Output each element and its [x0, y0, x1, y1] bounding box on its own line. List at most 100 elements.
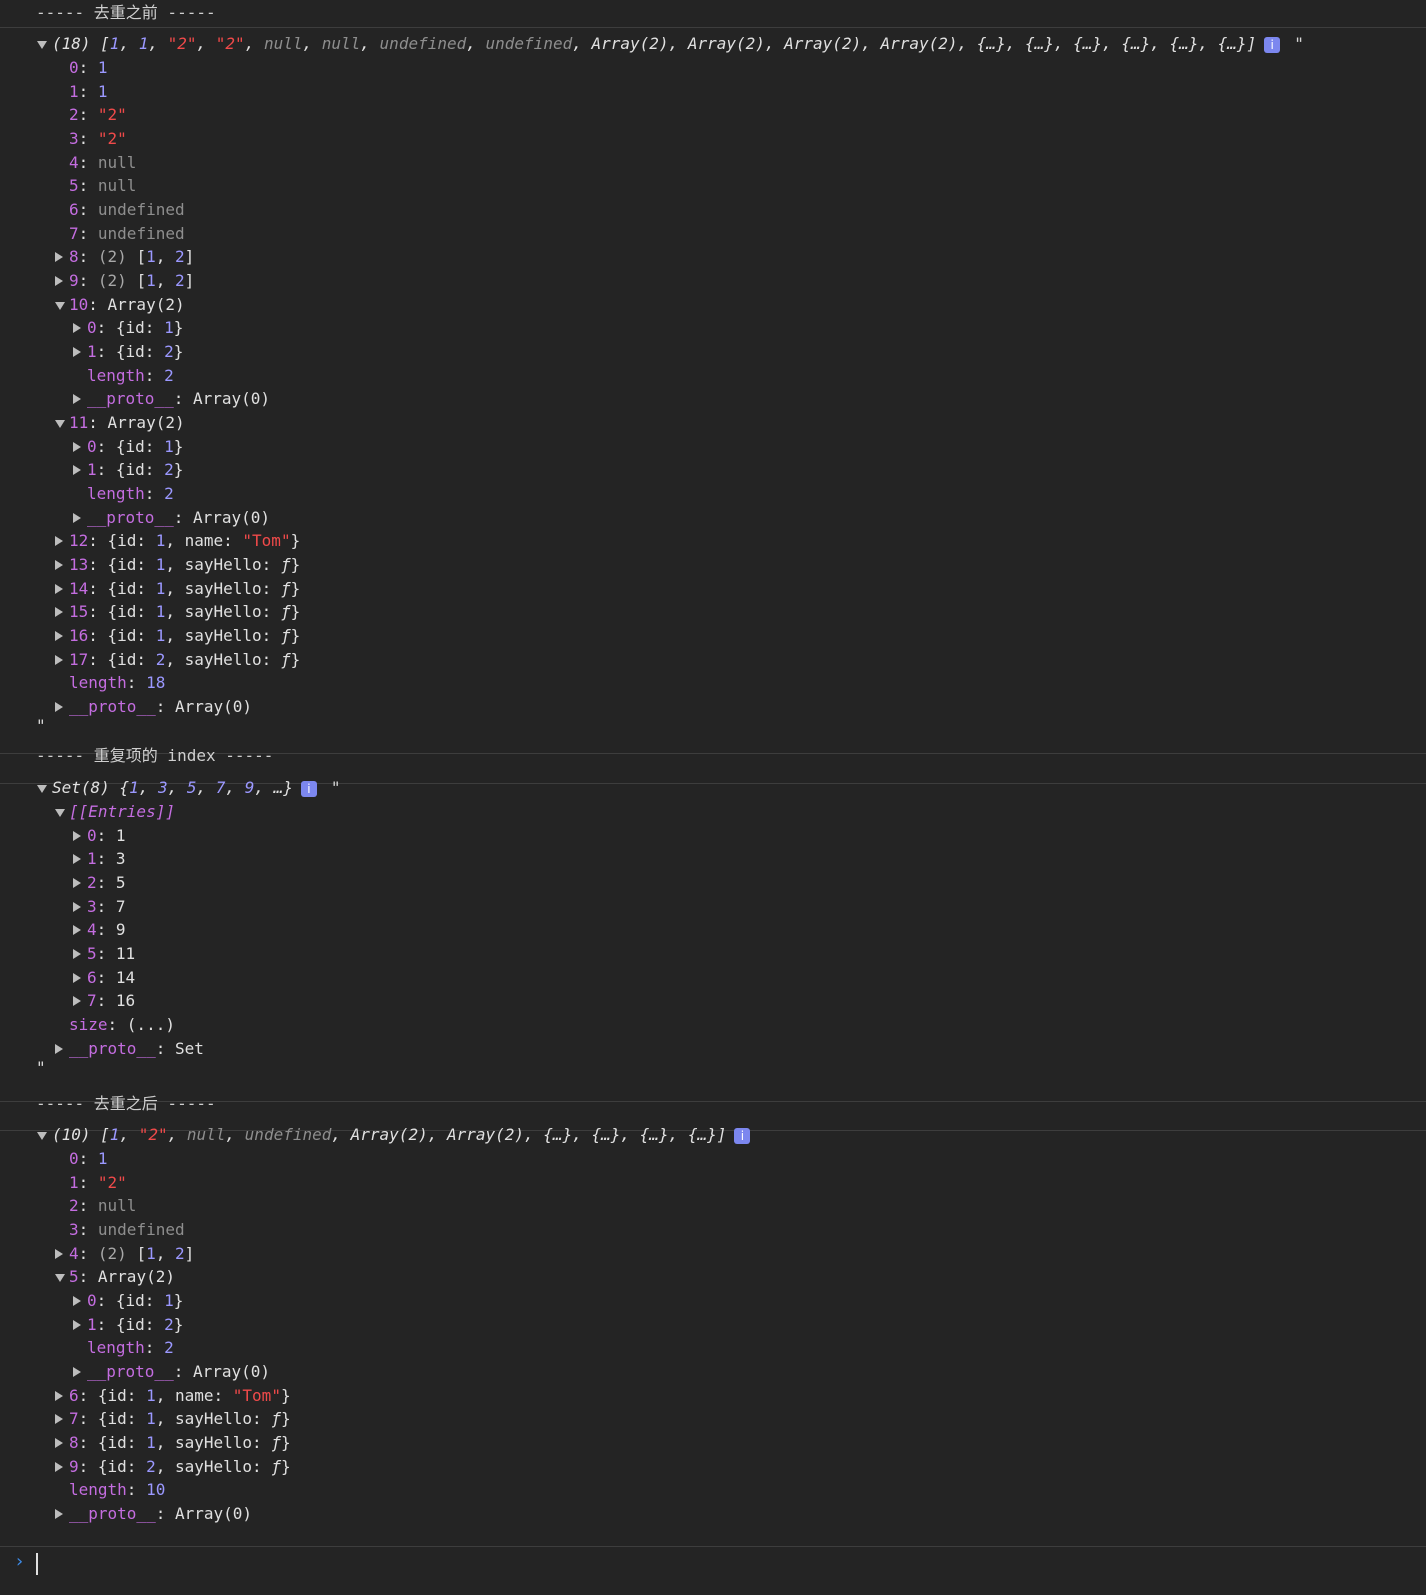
property-row[interactable]: 9: {id: 2, sayHello: ƒ} — [0, 1455, 1426, 1479]
expand-triangle-icon[interactable] — [73, 972, 81, 983]
expand-triangle-icon[interactable] — [55, 701, 63, 712]
expand-triangle-icon[interactable] — [73, 948, 81, 959]
expand-triangle-icon[interactable] — [73, 925, 81, 936]
expand-triangle-icon[interactable] — [55, 654, 63, 665]
property-row[interactable]: 3: 7 — [0, 895, 1426, 919]
property-row[interactable]: 7: 16 — [0, 989, 1426, 1013]
expand-triangle-icon[interactable] — [73, 996, 81, 1007]
expand-triangle-icon[interactable] — [55, 275, 63, 286]
expand-triangle-icon[interactable] — [55, 1248, 63, 1259]
property-colon: : — [126, 1480, 147, 1500]
property-row[interactable]: __proto__: Array(0) — [0, 506, 1426, 530]
expand-triangle-icon[interactable] — [55, 1043, 63, 1054]
expand-triangle-icon[interactable] — [73, 465, 81, 476]
property-text: 12: {id: 1, name: "Tom"} — [69, 529, 300, 553]
expand-triangle-icon[interactable] — [73, 1319, 81, 1330]
expand-triangle-icon[interactable] — [73, 854, 81, 865]
property-row[interactable]: __proto__: Set — [0, 1037, 1426, 1061]
property-row[interactable]: 0: 1 — [0, 824, 1426, 848]
property-row[interactable]: 14: {id: 1, sayHello: ƒ} — [0, 577, 1426, 601]
expand-triangle-icon[interactable] — [73, 346, 81, 357]
property-row[interactable]: 8: (2) [1, 2] — [0, 245, 1426, 269]
property-row[interactable]: 6: 14 — [0, 966, 1426, 990]
expand-triangle-icon[interactable] — [73, 877, 81, 888]
property-row[interactable]: __proto__: Array(0) — [0, 387, 1426, 411]
property-row[interactable]: 16: {id: 1, sayHello: ƒ} — [0, 624, 1426, 648]
expand-triangle-icon[interactable] — [55, 1414, 63, 1425]
property-row[interactable]: 5: 11 — [0, 942, 1426, 966]
expand-triangle-icon[interactable] — [73, 830, 81, 841]
console-input[interactable] — [36, 1553, 38, 1575]
expand-triangle-icon[interactable] — [73, 441, 81, 452]
info-icon[interactable]: i — [300, 780, 317, 797]
object-summary[interactable]: (18) [1, 1, "2", "2", null, null, undefi… — [0, 32, 1426, 56]
property-row[interactable]: 15: {id: 1, sayHello: ƒ} — [0, 600, 1426, 624]
collapse-triangle-icon[interactable] — [55, 809, 65, 817]
expand-triangle-icon[interactable] — [55, 1390, 63, 1401]
property-row[interactable]: 17: {id: 2, sayHello: ƒ} — [0, 648, 1426, 672]
expand-triangle-icon[interactable] — [55, 1508, 63, 1519]
object-summary[interactable]: Set(8) {1, 3, 5, 7, 9, …} i " — [0, 776, 1426, 800]
collapse-triangle-icon[interactable] — [55, 301, 65, 310]
collapse-triangle-icon[interactable] — [55, 419, 65, 428]
property-value: "2" — [97, 105, 127, 125]
property-row[interactable]: 4: (2) [1, 2] — [0, 1242, 1426, 1266]
expand-triangle-icon[interactable] — [55, 252, 63, 263]
property-row[interactable]: 13: {id: 1, sayHello: ƒ} — [0, 553, 1426, 577]
property-row[interactable]: [[Entries]] — [0, 800, 1426, 824]
property-row[interactable]: 0: {id: 1} — [0, 435, 1426, 459]
property-row[interactable]: 10: Array(2) — [0, 293, 1426, 317]
expand-triangle-icon[interactable] — [55, 1437, 63, 1448]
info-icon[interactable]: i — [1264, 36, 1281, 53]
property-key: 7 — [87, 991, 97, 1011]
property-row[interactable]: __proto__: Array(0) — [0, 695, 1426, 719]
property-row: 6: undefined — [0, 198, 1426, 222]
expand-triangle-icon[interactable] — [55, 536, 63, 547]
summary-item: {…} — [1024, 34, 1054, 53]
expand-triangle-icon[interactable] — [73, 394, 81, 405]
property-row[interactable]: 6: {id: 1, name: "Tom"} — [0, 1384, 1426, 1408]
collapse-triangle-icon[interactable] — [37, 785, 47, 793]
property-row[interactable]: 0: {id: 1} — [0, 316, 1426, 340]
info-icon[interactable]: i — [734, 1127, 751, 1144]
property-row[interactable]: 11: Array(2) — [0, 411, 1426, 435]
property-row[interactable]: __proto__: Array(0) — [0, 1360, 1426, 1384]
collapse-triangle-icon[interactable] — [37, 1132, 47, 1140]
property-row[interactable]: 9: (2) [1, 2] — [0, 269, 1426, 293]
expand-triangle-icon[interactable] — [73, 1295, 81, 1306]
property-row[interactable]: 1: {id: 2} — [0, 458, 1426, 482]
expand-triangle-icon[interactable] — [73, 1366, 81, 1377]
collapse-triangle-icon[interactable] — [37, 41, 47, 49]
property-row[interactable]: 1: {id: 2} — [0, 1313, 1426, 1337]
collapse-triangle-icon[interactable] — [55, 1274, 65, 1283]
summary-comma: , — [302, 34, 322, 53]
property-row[interactable]: 7: {id: 1, sayHello: ƒ} — [0, 1407, 1426, 1431]
expand-triangle-icon[interactable] — [55, 583, 63, 594]
property-row[interactable]: __proto__: Array(0) — [0, 1502, 1426, 1526]
property-text: 1: 1 — [69, 80, 108, 104]
expand-triangle-icon[interactable] — [73, 323, 81, 334]
property-colon: : — [155, 1503, 175, 1523]
property-row[interactable]: 12: {id: 1, name: "Tom"} — [0, 529, 1426, 553]
property-value: (2) — [97, 270, 137, 290]
expand-triangle-icon[interactable] — [55, 559, 63, 570]
object-summary-text: (10) [1, "2", null, undefined, Array(2),… — [52, 1123, 751, 1147]
expand-triangle-icon[interactable] — [55, 607, 63, 618]
expand-triangle-icon[interactable] — [55, 1461, 63, 1472]
property-key: 1 — [87, 460, 97, 480]
expand-triangle-icon[interactable] — [73, 512, 81, 523]
property-row[interactable]: 1: {id: 2} — [0, 340, 1426, 364]
property-value: } — [290, 649, 301, 669]
property-value: 1 — [155, 625, 166, 645]
expand-triangle-icon[interactable] — [55, 630, 63, 641]
summary-comma: , — [668, 1125, 688, 1144]
expand-triangle-icon[interactable] — [73, 901, 81, 912]
property-row[interactable]: 8: {id: 1, sayHello: ƒ} — [0, 1431, 1426, 1455]
object-summary[interactable]: (10) [1, "2", null, undefined, Array(2),… — [0, 1123, 1426, 1147]
property-row[interactable]: 4: 9 — [0, 918, 1426, 942]
property-row[interactable]: 1: 3 — [0, 847, 1426, 871]
property-row[interactable]: 5: Array(2) — [0, 1265, 1426, 1289]
property-row[interactable]: 2: 5 — [0, 871, 1426, 895]
property-key: 1 — [87, 849, 97, 869]
property-row[interactable]: 0: {id: 1} — [0, 1289, 1426, 1313]
